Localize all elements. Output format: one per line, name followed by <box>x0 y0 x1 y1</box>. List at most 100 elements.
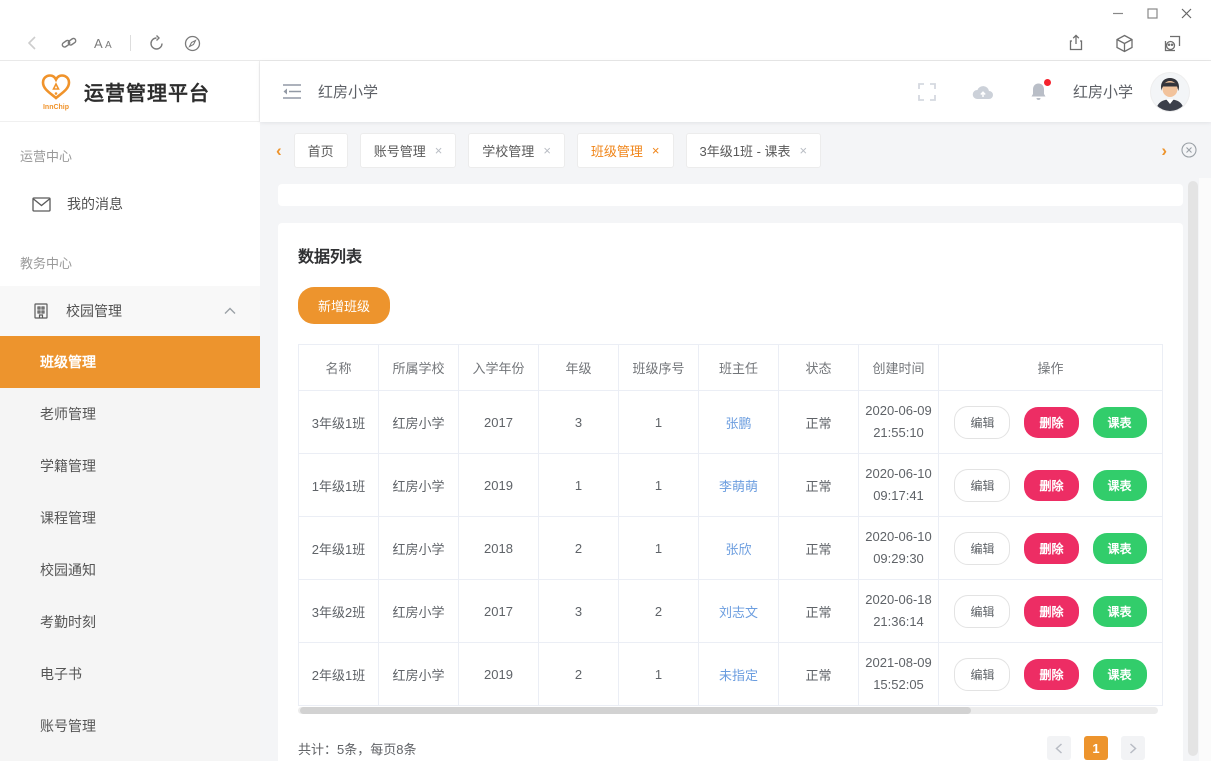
add-class-button[interactable]: 新增班级 <box>298 287 390 324</box>
prev-page-button[interactable] <box>1047 736 1071 760</box>
tabs-scroll-right-icon[interactable]: › <box>1161 142 1167 159</box>
schedule-button[interactable]: 课表 <box>1093 470 1147 501</box>
actions-cell: 编辑删除课表 <box>939 454 1163 517</box>
collapsed-filter-panel <box>278 184 1183 206</box>
teacher-link[interactable]: 未指定 <box>719 668 758 683</box>
vertical-scrollbar-track <box>1199 178 1211 761</box>
close-icon[interactable] <box>1169 1 1203 25</box>
schedule-button[interactable]: 课表 <box>1093 407 1147 438</box>
window-titlebar <box>0 0 1211 26</box>
delete-button[interactable]: 删除 <box>1024 470 1078 501</box>
table-cell: 2019 <box>459 643 539 706</box>
tab[interactable]: 班级管理× <box>577 133 674 168</box>
schedule-button[interactable]: 课表 <box>1093 596 1147 627</box>
column-header: 名称 <box>299 345 379 391</box>
table-cell: 红房小学 <box>379 517 459 580</box>
tab-close-icon[interactable]: × <box>652 144 660 157</box>
horizontal-scrollbar-thumb[interactable] <box>300 707 971 714</box>
sidebar-subitem[interactable]: 班级管理 <box>0 336 260 388</box>
actions-cell: 编辑删除课表 <box>939 643 1163 706</box>
actions-cell: 编辑删除课表 <box>939 580 1163 643</box>
table-row: 1年级1班红房小学201911李萌萌正常2020-06-10 09:17:41编… <box>299 454 1163 517</box>
column-header: 创建时间 <box>859 345 939 391</box>
table-cell: 2020-06-10 09:29:30 <box>859 517 939 580</box>
sidebar-subitem[interactable]: 校园通知 <box>0 544 260 596</box>
tab[interactable]: 首页 <box>294 133 348 168</box>
edit-button[interactable]: 编辑 <box>954 406 1010 439</box>
delete-button[interactable]: 删除 <box>1024 533 1078 564</box>
teacher-cell: 李萌萌 <box>699 454 779 517</box>
edit-button[interactable]: 编辑 <box>954 595 1010 628</box>
column-header: 入学年份 <box>459 345 539 391</box>
table-cell: 1 <box>619 454 699 517</box>
page-number[interactable]: 1 <box>1084 736 1108 760</box>
schedule-button[interactable]: 课表 <box>1093 533 1147 564</box>
teacher-link[interactable]: 张欣 <box>725 542 751 557</box>
schedule-button[interactable]: 课表 <box>1093 659 1147 690</box>
edit-button[interactable]: 编辑 <box>954 532 1010 565</box>
delete-button[interactable]: 删除 <box>1024 596 1078 627</box>
edit-button[interactable]: 编辑 <box>954 658 1010 691</box>
sidebar-subitem[interactable]: 老师管理 <box>0 388 260 440</box>
maximize-icon[interactable] <box>1135 1 1169 25</box>
next-page-button[interactable] <box>1121 736 1145 760</box>
table-cell: 2017 <box>459 391 539 454</box>
building-icon <box>32 302 50 320</box>
compass-icon[interactable] <box>177 30 207 56</box>
tab-close-icon[interactable]: × <box>435 144 443 157</box>
delete-button[interactable]: 删除 <box>1024 407 1078 438</box>
refresh-icon[interactable] <box>141 30 171 56</box>
actions-cell: 编辑删除课表 <box>939 391 1163 454</box>
table-cell: 2年级1班 <box>299 643 379 706</box>
close-all-tabs-icon[interactable] <box>1181 142 1197 158</box>
teacher-cell: 刘志文 <box>699 580 779 643</box>
table-cell: 正常 <box>779 391 859 454</box>
font-size-icon[interactable]: AA <box>90 30 120 56</box>
table-row: 2年级1班红房小学201821张欣正常2020-06-10 09:29:30编辑… <box>299 517 1163 580</box>
column-header: 所属学校 <box>379 345 459 391</box>
table-cell: 3年级2班 <box>299 580 379 643</box>
menu-fold-icon[interactable] <box>282 83 302 100</box>
tab[interactable]: 账号管理× <box>360 133 457 168</box>
tab[interactable]: 3年级1班 - 课表× <box>686 133 822 168</box>
back-icon[interactable] <box>18 30 48 56</box>
tab-close-icon[interactable]: × <box>543 144 551 157</box>
svg-text:A: A <box>105 40 112 51</box>
teacher-link[interactable]: 张鹏 <box>725 416 751 431</box>
edit-button[interactable]: 编辑 <box>954 469 1010 502</box>
sidebar-subitem[interactable]: 考勤时刻 <box>0 596 260 648</box>
vertical-scrollbar-thumb[interactable] <box>1188 181 1198 756</box>
data-list-card: 数据列表 新增班级 名称所属学校入学年份年级班级序号班主任状态创建时间操作 3年… <box>278 223 1183 761</box>
cloud-upload-icon[interactable] <box>972 84 994 100</box>
bell-icon[interactable] <box>1030 82 1047 101</box>
breadcrumb: 红房小学 <box>318 81 378 102</box>
tab-close-icon[interactable]: × <box>800 144 808 157</box>
table-footer: 共计：5条，每页8条 1 <box>298 736 1163 760</box>
sidebar-subitem[interactable]: 学籍管理 <box>0 440 260 492</box>
sidebar-item-messages[interactable]: 我的消息 <box>0 179 260 229</box>
column-header: 状态 <box>779 345 859 391</box>
sidebar-subitem[interactable]: 课程管理 <box>0 492 260 544</box>
column-header: 班级序号 <box>619 345 699 391</box>
teacher-link[interactable]: 李萌萌 <box>719 479 758 494</box>
user-avatar[interactable] <box>1151 73 1189 111</box>
table-header-row: 名称所属学校入学年份年级班级序号班主任状态创建时间操作 <box>299 345 1163 391</box>
delete-button[interactable]: 删除 <box>1024 659 1078 690</box>
current-school-name[interactable]: 红房小学 <box>1073 81 1133 102</box>
sidebar-subitem[interactable]: 账号管理 <box>0 700 260 752</box>
table-cell: 3 <box>539 391 619 454</box>
table-cell: 红房小学 <box>379 454 459 517</box>
table-row: 3年级2班红房小学201732刘志文正常2020-06-18 21:36:14编… <box>299 580 1163 643</box>
cube-icon[interactable] <box>1109 30 1139 56</box>
table-cell: 2 <box>539 643 619 706</box>
link-icon[interactable] <box>54 30 84 56</box>
tab[interactable]: 学校管理× <box>468 133 565 168</box>
fullscreen-icon[interactable] <box>918 83 936 101</box>
sidebar-subitem[interactable]: 电子书 <box>0 648 260 700</box>
table-cell: 红房小学 <box>379 391 459 454</box>
share-icon[interactable] <box>1061 30 1091 56</box>
teacher-link[interactable]: 刘志文 <box>719 605 758 620</box>
float-window-icon[interactable] <box>1157 30 1187 56</box>
sidebar-item-campus[interactable]: 校园管理 <box>0 286 260 336</box>
minimize-icon[interactable] <box>1101 1 1135 25</box>
